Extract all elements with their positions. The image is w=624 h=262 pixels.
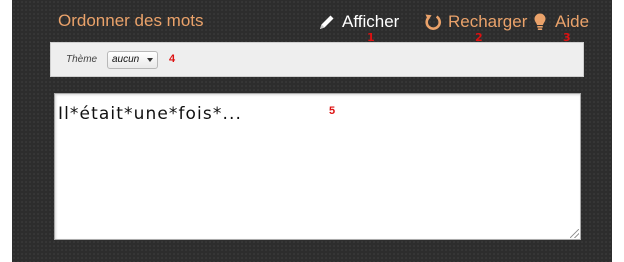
pencil-icon [317, 12, 337, 32]
chevron-down-icon [147, 58, 153, 62]
app-title: Ordonner des mots [58, 11, 204, 30]
theme-label: Thème [66, 54, 98, 65]
top-bar: Ordonner des mots Afficher 1 Recharger 2 [12, 0, 612, 44]
options-bar: Thème aucun 4 [50, 42, 584, 77]
aide-label: Aide [555, 12, 590, 31]
aide-button[interactable]: Aide 3 [530, 11, 590, 44]
reload-icon [423, 12, 443, 32]
afficher-button[interactable]: Afficher 1 [317, 11, 400, 44]
sentence-textarea[interactable]: Il*était*une*fois*... 5 [54, 93, 581, 240]
resize-grip-icon[interactable] [570, 229, 579, 238]
app-panel: Ordonner des mots Afficher 1 Recharger 2 [12, 0, 612, 262]
afficher-label: Afficher [342, 12, 400, 31]
lightbulb-icon [530, 12, 550, 32]
sentence-text: Il*était*une*fois*... [58, 104, 242, 124]
marker-5: 5 [329, 105, 336, 117]
theme-select[interactable]: aucun [107, 51, 158, 69]
recharger-button[interactable]: Recharger 2 [423, 11, 528, 44]
theme-select-value: aucun [112, 54, 140, 65]
recharger-label: Recharger [448, 12, 528, 31]
marker-4: 4 [169, 53, 176, 65]
